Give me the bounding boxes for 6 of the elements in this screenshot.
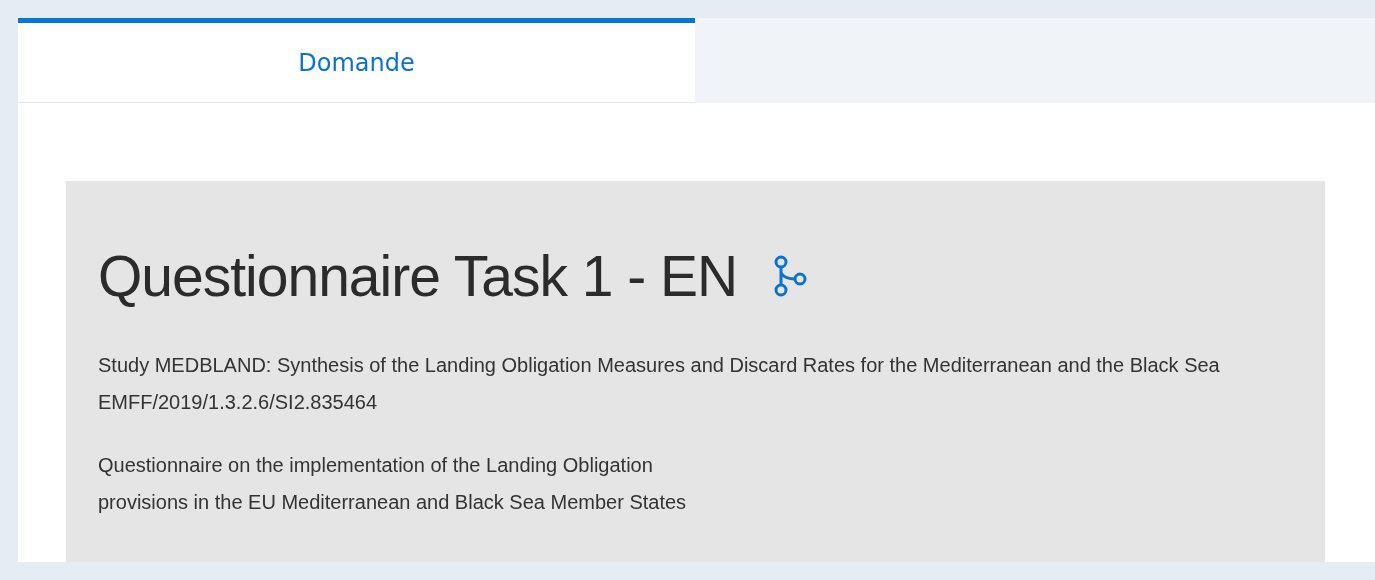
description-line: Questionnaire on the implementation of the Landing Obligation xyxy=(98,453,654,478)
branch-icon[interactable] xyxy=(773,255,808,297)
description-line: provisions in the EU Mediterranean and Black Sea Member States xyxy=(98,490,688,515)
survey-title: Questionnaire Task 1 - EN xyxy=(98,243,738,309)
tab[interactable]: Domande xyxy=(18,18,695,103)
description-text: Study MEDBLAND: Synthesis of the Landing Obligation Measures and Discard Rates for the Mediterranean and the Black Sea EMFF/2019/1.3.2.6/SI2.835464 xyxy=(98,354,1220,413)
